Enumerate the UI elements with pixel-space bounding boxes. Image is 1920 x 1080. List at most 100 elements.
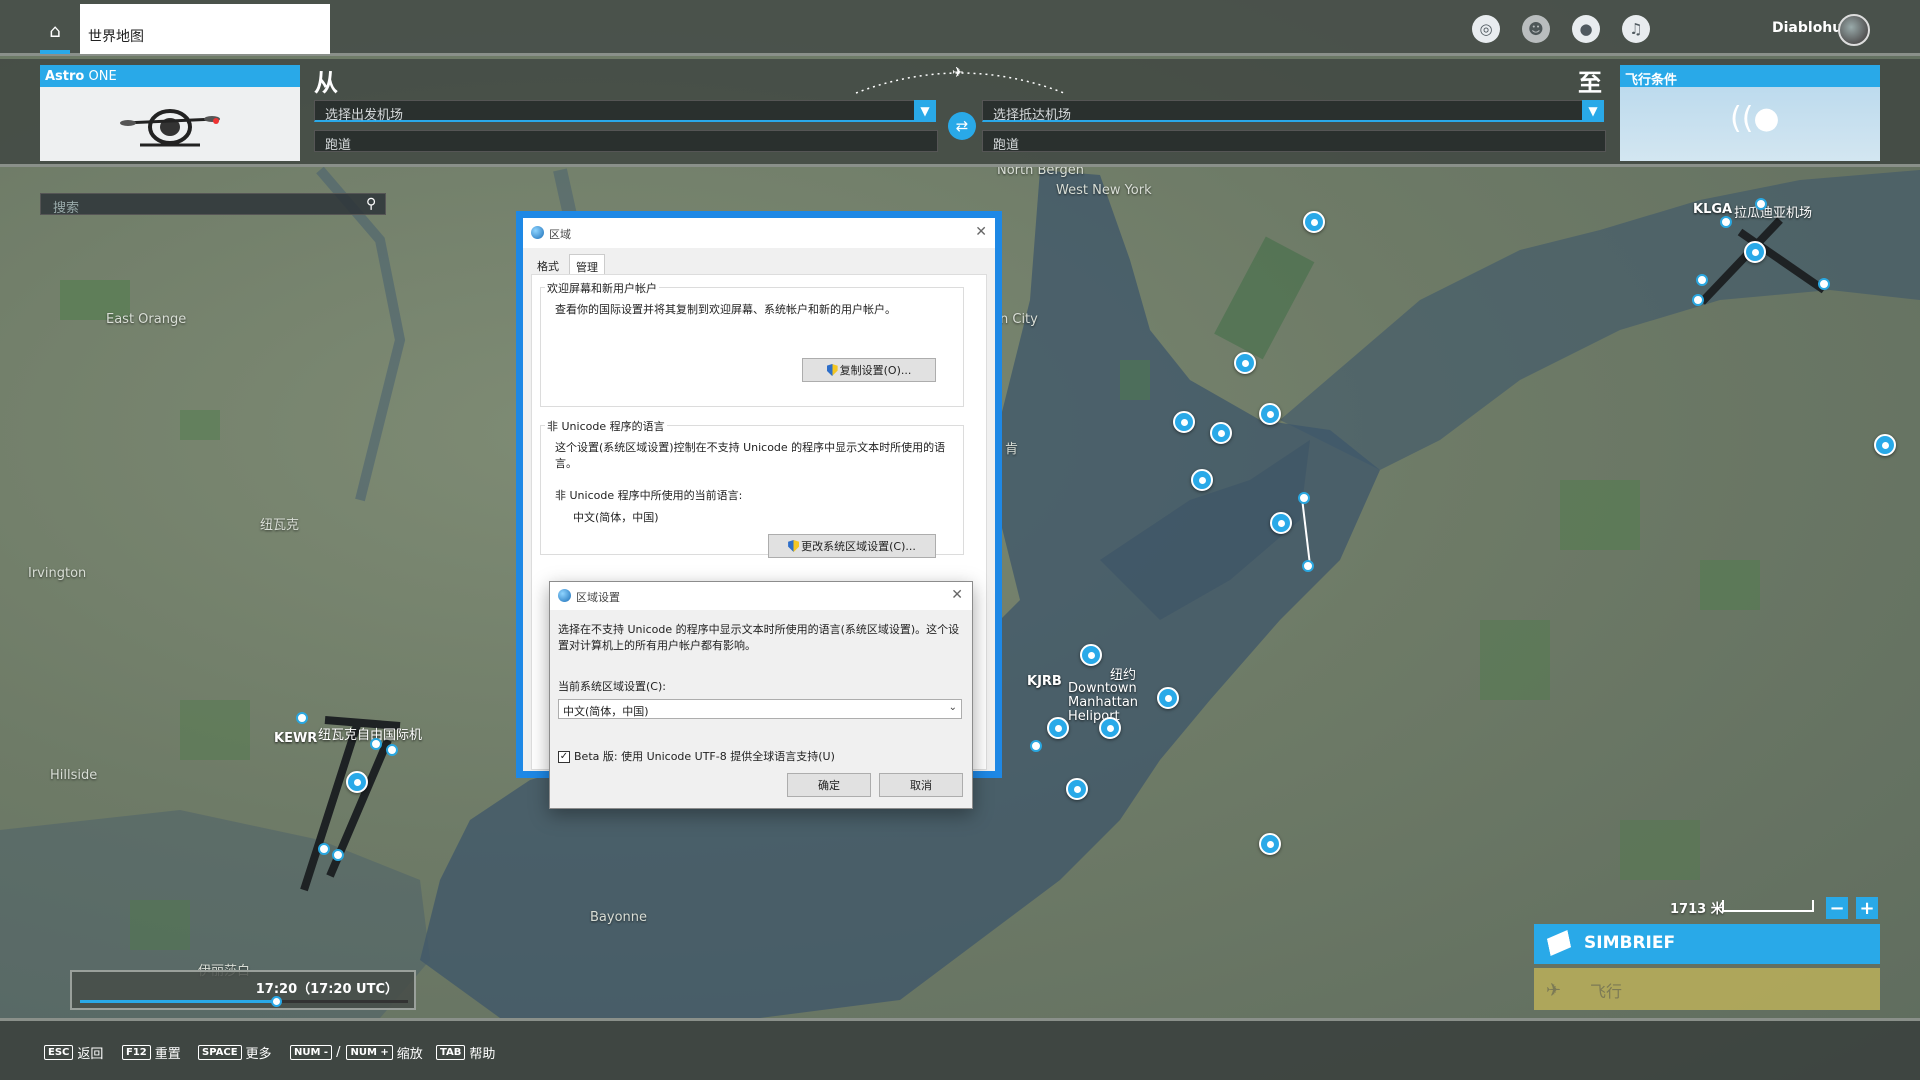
airport-code-kjrb[interactable]: KJRB [1027,674,1062,689]
hint-reset[interactable]: F12 重置 [122,1043,181,1062]
arrival-airport-select[interactable]: 选择抵达机场 [982,100,1586,123]
parking-dot[interactable] [1298,492,1310,504]
poi-pin[interactable] [1259,833,1281,855]
current-locale-label: 当前系统区域设置(C): [558,680,666,693]
poi-pin[interactable] [1066,778,1088,800]
poi-pin[interactable] [346,771,368,793]
airport-code-klga[interactable]: KLGA [1693,202,1732,217]
poi-pin[interactable] [1270,512,1292,534]
parking-dot[interactable] [332,849,344,861]
beta-utf8-checkbox[interactable]: ✓ [558,751,570,763]
current-language-label: 非 Unicode 程序中所使用的当前语言: [555,489,743,502]
chevron-down-icon[interactable]: ▼ [1582,100,1604,122]
key-cap: SPACE [198,1045,242,1060]
achievements-icon[interactable]: ◎ [1472,15,1500,43]
departure-runway-field[interactable]: 跑道 [314,130,938,153]
locale-dialog-titlebar[interactable]: 区域设置 ✕ [550,582,972,610]
poi-pin[interactable] [1157,687,1179,709]
poi-pin[interactable] [1099,717,1121,739]
time-slider-panel: 17:20（17:20 UTC） [70,970,416,1010]
poi-pin[interactable] [1259,403,1281,425]
avatar[interactable] [1838,14,1870,46]
time-slider[interactable] [80,996,408,1007]
zoom-out-button[interactable]: − [1826,897,1848,919]
flight-panel: Astro ONE 从 选择出发机场 ▼ 跑道 ✈ ⇄ 至 选择抵达机场 ▼ 跑… [0,59,1920,167]
swap-airports-button[interactable]: ⇄ [948,112,976,140]
zoom-in-button[interactable]: + [1856,897,1878,919]
parking-dot[interactable] [296,712,308,724]
search-icon[interactable]: ⚲ [366,196,376,212]
poi-pin[interactable] [1210,422,1232,444]
friends-icon[interactable]: ☻ [1522,15,1550,43]
welcome-text: 查看你的国际设置并将其复制到欢迎屏幕、系统帐户和新的用户帐户。 [555,303,896,316]
parking-dot[interactable] [370,738,382,750]
notifications-icon[interactable]: ♫ [1622,15,1650,43]
hint-zoom[interactable]: NUM - / NUM + 缩放 [290,1043,423,1062]
parking-dot[interactable] [1302,560,1314,572]
poi-pin[interactable] [1173,411,1195,433]
place-label: 纽瓦克 [260,518,300,533]
locale-settings-dialog: 区域设置 ✕ 选择在不支持 Unicode 的程序中显示文本时所使用的语言(系统… [549,581,973,809]
parking-dot[interactable] [1755,198,1767,210]
beta-utf8-label[interactable]: Beta 版: 使用 Unicode UTF-8 提供全球语言支持(U) [574,749,835,765]
search-input[interactable]: 搜索 [40,193,386,216]
flight-conditions-card[interactable]: 飞行条件 ((● [1620,65,1880,161]
fly-button[interactable]: ✈ 飞行 [1534,968,1880,1010]
poi-pin[interactable] [1191,469,1213,491]
time-slider-handle[interactable] [270,996,282,1007]
airport-code-kewr[interactable]: KEWR [274,731,317,746]
hint-back[interactable]: ESC 返回 [44,1043,103,1062]
region-dialog-titlebar[interactable]: 区域 ✕ [523,218,995,248]
profile-icon[interactable]: ● [1572,15,1600,43]
poi-pin[interactable] [1234,352,1256,374]
poi-pin[interactable] [1047,717,1069,739]
parking-dot[interactable] [1030,740,1042,752]
poi-pin[interactable] [1874,434,1896,456]
fly-label: 飞行 [1590,982,1623,1001]
hint-label: 更多 [245,1047,272,1062]
to-label: 至 [1578,69,1602,97]
close-icon[interactable]: ✕ [975,224,987,240]
parking-dot[interactable] [386,744,398,756]
parking-dot[interactable] [1692,294,1704,306]
place-label: Hillside [50,768,98,783]
change-locale-button[interactable]: 更改系统区域设置(C)... [768,534,936,558]
tab-administrative[interactable]: 管理 [569,254,605,274]
simbrief-button[interactable]: SIMBRIEF [1534,924,1880,964]
airport-name-klga[interactable]: 拉瓜迪亚机场 [1734,202,1812,221]
aircraft-selector[interactable]: Astro ONE [40,65,300,161]
key-cap: NUM + [346,1045,393,1060]
hint-more[interactable]: SPACE 更多 [198,1043,272,1062]
close-icon[interactable]: ✕ [951,587,963,603]
key-cap: NUM - [290,1045,333,1060]
system-locale-select[interactable]: 中文(简体，中国) ⌄ [558,699,962,719]
hint-help[interactable]: TAB 帮助 [436,1043,495,1062]
shield-icon [826,364,838,376]
takeoff-icon: ✈ [1546,980,1562,1001]
arrival-runway-field[interactable]: 跑道 [982,130,1606,153]
cancel-button[interactable]: 取消 [879,773,963,797]
poi-pin[interactable] [1744,241,1766,263]
home-icon[interactable]: ⌂ [40,12,70,54]
tab-formats[interactable]: 格式 [531,254,565,274]
tab-world-map[interactable]: 世界地图 [80,4,330,54]
ok-button[interactable]: 确定 [787,773,871,797]
aircraft-brand: Astro [45,69,85,84]
username[interactable]: Diablohu [1772,20,1842,36]
poi-pin[interactable] [1080,644,1102,666]
hint-label: 帮助 [469,1047,496,1062]
key-cap: TAB [436,1045,466,1060]
chevron-down-icon[interactable]: ▼ [914,100,936,122]
aircraft-title: Astro ONE [40,65,300,87]
poi-pin[interactable] [1303,211,1325,233]
parking-dot[interactable] [1696,274,1708,286]
parking-dot[interactable] [318,843,330,855]
copy-settings-button[interactable]: 复制设置(O)... [802,358,936,382]
parking-dot[interactable] [1818,278,1830,290]
place-label: West New York [1056,183,1152,198]
departure-airport-select[interactable]: 选择出发机场 [314,100,918,123]
hint-separator: / [336,1045,341,1060]
hint-label: 返回 [77,1047,104,1062]
city-label: 纽约 [1110,668,1137,683]
parking-dot[interactable] [1720,216,1732,228]
